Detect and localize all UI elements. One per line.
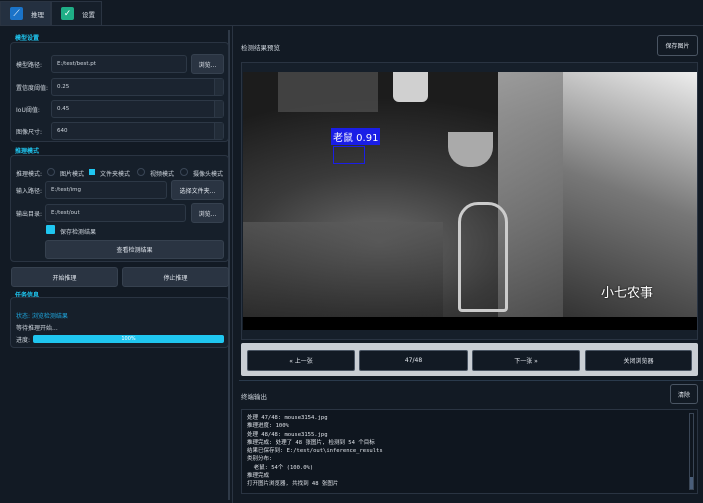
save-image-button[interactable]: 保存图片	[657, 35, 698, 56]
preview-title: 检测结果预览	[241, 44, 280, 52]
radio-image-mode[interactable]	[47, 168, 55, 176]
iou-spinbox[interactable]: 0.45	[51, 100, 224, 118]
size-spinbox[interactable]: 640	[51, 122, 224, 140]
tab-inference[interactable]: ⟋ 推理	[0, 1, 51, 25]
close-browser-button[interactable]: 关闭浏览器	[585, 350, 692, 371]
view-results-button[interactable]: 查看检测结果	[45, 240, 224, 259]
radio-label: 视频模式	[150, 171, 175, 178]
size-value: 640	[57, 128, 68, 134]
waiting-text: 等待推理开始...	[16, 325, 58, 332]
conf-value: 0.25	[57, 84, 70, 90]
log-line: 推理进度: 100%	[247, 423, 289, 430]
log-line: 结果已保存到: E:/test/out\inference_results	[247, 448, 383, 455]
watermark: 小七农事	[601, 286, 654, 301]
status-text: 状态: 浏览检测结果	[16, 313, 68, 320]
input-path-label: 输入路径:	[16, 188, 43, 195]
spin-buttons[interactable]	[214, 123, 223, 139]
clear-button[interactable]: 清除	[670, 384, 698, 404]
output-dir-input[interactable]: E:/test/out	[45, 204, 186, 222]
radio-label: 图片模式	[60, 171, 85, 178]
log-line: 推理完成: 处理了 48 张图片, 检测到 54 个目标	[247, 439, 375, 446]
start-inference-button[interactable]: 开始推理	[11, 267, 118, 287]
image-region	[448, 132, 493, 167]
radio-video-mode[interactable]	[137, 168, 145, 176]
log-line: 处理 48/48: mouse3155.jpg	[247, 431, 328, 438]
terminal-title: 终端输出	[241, 393, 267, 401]
stop-inference-button[interactable]: 停止推理	[122, 267, 229, 287]
save-results-checkbox[interactable]	[46, 225, 55, 234]
image-region	[243, 222, 443, 317]
iou-value: 0.45	[57, 106, 70, 112]
model-browse-button[interactable]: 浏览...	[191, 54, 224, 74]
image-counter: 47/48	[359, 350, 468, 371]
image-region	[278, 72, 378, 112]
iou-label: IoU阈值:	[16, 107, 40, 114]
log-line: 类别分布:	[247, 456, 273, 463]
image-region	[498, 72, 573, 317]
output-dir-label: 输出目录:	[16, 211, 43, 218]
log-line: 老鼠: 54个 (100.0%)	[247, 464, 314, 471]
progress-text: 100%	[121, 336, 136, 342]
spin-buttons[interactable]	[214, 101, 223, 117]
image-region	[458, 202, 508, 312]
detection-box	[333, 146, 365, 164]
model-settings-title: 模型设置	[15, 35, 40, 42]
splitter[interactable]	[239, 380, 703, 381]
radio-camera-mode[interactable]	[180, 168, 188, 176]
terminal-output[interactable]: 处理 47/48: mouse3154.jpg 推理进度: 100% 处理 48/4…	[241, 409, 698, 494]
image-region	[393, 72, 428, 102]
tab-label: 设置	[82, 10, 95, 19]
select-folder-button[interactable]: 选择文件夹...	[171, 180, 224, 200]
image-region	[563, 72, 697, 317]
save-results-label: 保存检测结果	[60, 229, 97, 236]
spin-buttons[interactable]	[214, 79, 223, 95]
radio-folder-mode[interactable]	[89, 169, 95, 175]
inference-mode-title: 推理模式	[15, 148, 40, 155]
progress-bar: 100%	[33, 335, 224, 343]
log-line: 打开图片浏览器, 共找到 48 张图片	[247, 481, 339, 488]
check-square-icon: ✓	[61, 7, 74, 20]
input-path-input[interactable]: E:/test/img	[45, 181, 167, 199]
tab-label: 推理	[31, 10, 44, 19]
chart-line-icon: ⟋	[10, 7, 23, 20]
scrollbar-thumb[interactable]	[690, 477, 693, 489]
model-path-label: 模型路径:	[16, 62, 43, 69]
next-image-button[interactable]: 下一张 »	[472, 350, 580, 371]
log-line: 推理完成	[247, 473, 270, 480]
model-path-input[interactable]: E:/test/best.pt	[51, 55, 187, 73]
radio-label: 文件夹模式	[100, 171, 131, 178]
output-browse-button[interactable]: 浏览...	[191, 203, 224, 223]
detection-image: 老鼠 0.91 小七农事	[243, 72, 697, 317]
conf-label: 置信度阈值:	[16, 85, 49, 92]
progress-label: 进度:	[16, 337, 31, 344]
tab-settings[interactable]: ✓ 设置	[51, 1, 102, 25]
prev-image-button[interactable]: « 上一张	[247, 350, 355, 371]
detection-label: 老鼠 0.91	[331, 128, 381, 145]
log-line: 处理 47/48: mouse3154.jpg	[247, 415, 328, 421]
size-label: 图像尺寸:	[16, 129, 43, 136]
conf-spinbox[interactable]: 0.25	[51, 78, 224, 96]
radio-label: 摄像头模式	[193, 171, 224, 178]
terminal-scrollbar[interactable]	[689, 413, 694, 490]
mode-label: 推理模式:	[16, 171, 43, 178]
image-bottom-bar	[243, 317, 697, 330]
